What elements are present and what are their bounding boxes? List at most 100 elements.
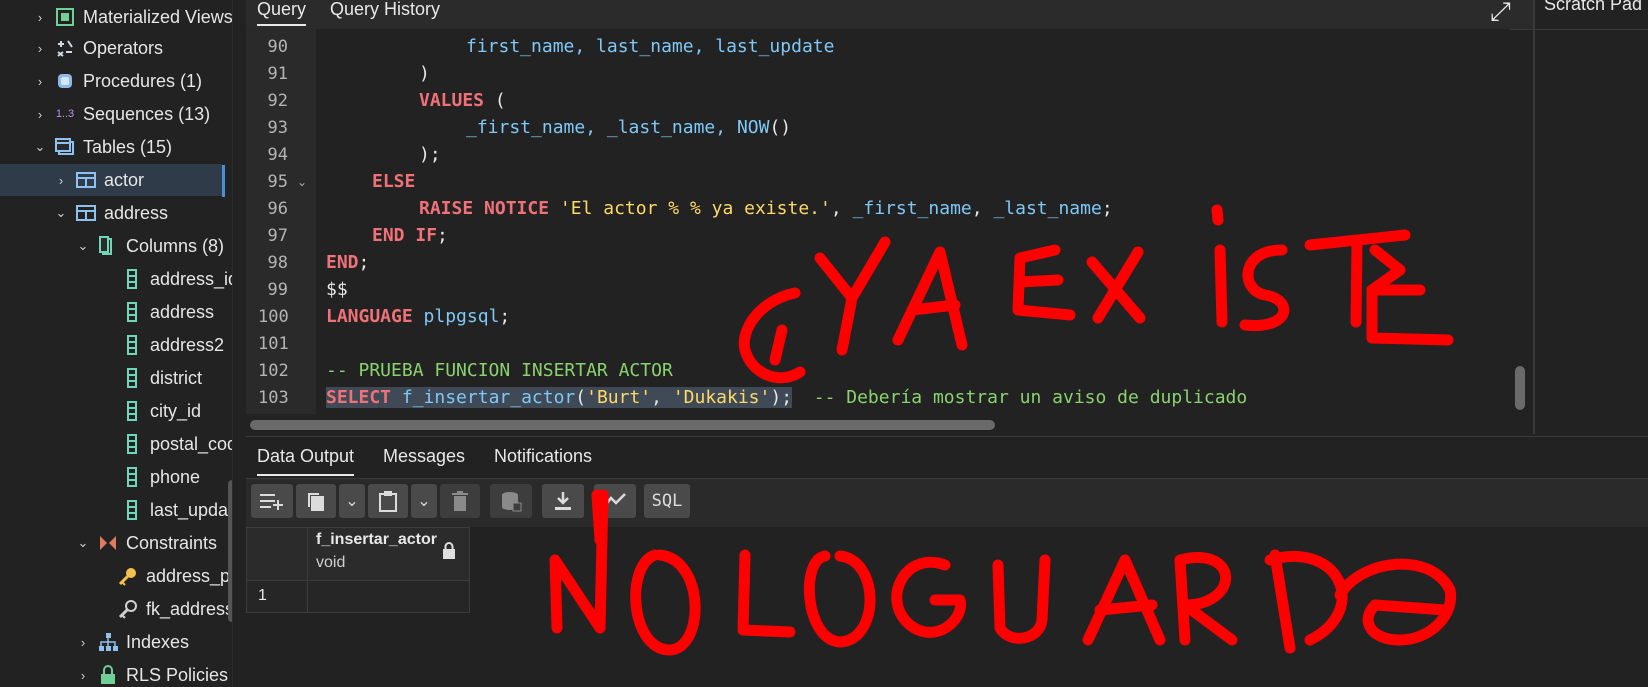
download-button[interactable] bbox=[542, 484, 584, 518]
editor-horizontal-scrollbar[interactable] bbox=[250, 420, 995, 430]
database-save-icon bbox=[502, 492, 522, 512]
add-row-icon bbox=[260, 494, 283, 510]
add-row-button[interactable] bbox=[251, 484, 293, 518]
line-number: 95 bbox=[267, 172, 288, 192]
tree-item-column[interactable]: postal_code bbox=[122, 428, 232, 460]
tree-item-operators[interactable]: › Operators bbox=[33, 32, 163, 64]
tree-item-constraints[interactable]: ⌄ Constraints bbox=[76, 527, 218, 559]
row-number[interactable]: 1 bbox=[246, 580, 308, 613]
chevron-down-icon[interactable]: ⌄ bbox=[33, 139, 47, 155]
column-icon bbox=[122, 335, 142, 355]
chevron-down-icon[interactable]: ⌄ bbox=[54, 205, 68, 221]
chevron-down-icon: ⌄ bbox=[345, 493, 359, 510]
table-cell[interactable] bbox=[307, 580, 470, 613]
paste-icon bbox=[379, 491, 397, 512]
chevron-down-icon[interactable]: ⌄ bbox=[76, 238, 90, 254]
code-area[interactable] bbox=[316, 29, 1510, 414]
table-icon bbox=[76, 203, 96, 223]
tree-item-indexes[interactable]: › Indexes bbox=[76, 626, 189, 658]
column-header[interactable]: f_insertar_actor void bbox=[307, 527, 470, 581]
tab-messages[interactable]: Messages bbox=[383, 446, 465, 467]
tree-item-label: address_pkey bbox=[146, 565, 232, 586]
sql-label: SQL bbox=[651, 491, 683, 511]
tree-item-column[interactable]: district bbox=[122, 362, 202, 394]
foreign-key-icon bbox=[118, 599, 138, 619]
code-line-96: RAISE NOTICE 'El actor % % ya existe.', … bbox=[419, 198, 1113, 219]
tree-item-sequences[interactable]: › 1..3 Sequences (13) bbox=[33, 98, 210, 130]
chevron-right-icon[interactable]: › bbox=[76, 668, 90, 683]
chevron-down-icon: ⌄ bbox=[417, 493, 431, 510]
tab-notifications[interactable]: Notifications bbox=[494, 446, 592, 467]
column-icon bbox=[122, 500, 142, 520]
copy-button[interactable] bbox=[296, 484, 336, 518]
tree-item-column[interactable]: last_update bbox=[122, 494, 232, 526]
chevron-right-icon[interactable]: › bbox=[33, 41, 47, 56]
code-line-93: _first_name, _last_name, NOW() bbox=[466, 117, 792, 138]
tree-item-materialized-views[interactable]: › Materialized Views bbox=[33, 1, 232, 33]
operators-icon bbox=[55, 38, 75, 58]
tab-data-output[interactable]: Data Output bbox=[257, 446, 355, 476]
graph-visualiser-button[interactable] bbox=[594, 484, 636, 518]
rls-policies-icon bbox=[98, 665, 118, 685]
tree-item-label: last_update bbox=[150, 499, 232, 520]
sql-button[interactable]: SQL bbox=[644, 484, 690, 518]
chevron-right-icon[interactable]: › bbox=[76, 635, 90, 650]
tab-query-history[interactable]: Query History bbox=[330, 0, 440, 24]
fold-chevron-icon[interactable]: ⌄ bbox=[297, 175, 307, 189]
tree-item-columns[interactable]: ⌄ Columns (8) bbox=[76, 230, 224, 262]
save-data-button[interactable] bbox=[490, 484, 532, 518]
column-header-type: void bbox=[316, 554, 346, 571]
tables-icon bbox=[55, 137, 75, 157]
tree-item-address[interactable]: ⌄ address bbox=[54, 197, 169, 229]
chevron-right-icon[interactable]: › bbox=[33, 107, 47, 122]
paste-options-button[interactable]: ⌄ bbox=[411, 484, 437, 518]
line-number: 103 bbox=[258, 388, 289, 408]
trash-icon bbox=[452, 491, 468, 511]
tree-item-rls-policies[interactable]: › RLS Policies bbox=[76, 659, 228, 687]
tree-item-column[interactable]: address_id bbox=[122, 263, 233, 295]
line-number: 99 bbox=[267, 280, 288, 300]
columns-icon bbox=[98, 236, 118, 256]
tree-item-label: Operators bbox=[83, 37, 164, 58]
tree-item-foreign-key[interactable]: fk_address_city bbox=[118, 593, 232, 625]
scratch-pad-panel[interactable] bbox=[1533, 0, 1648, 434]
object-explorer-tree: › Materialized Views › Operators › Proce… bbox=[0, 0, 233, 687]
tree-item-label: address2 bbox=[150, 334, 225, 355]
code-line-103: SELECT f_insertar_actor('Burt', 'Dukakis… bbox=[326, 387, 1248, 408]
primary-key-icon bbox=[118, 566, 138, 586]
chevron-right-icon[interactable]: › bbox=[54, 173, 68, 188]
editor-vertical-scrollbar[interactable] bbox=[1515, 366, 1525, 410]
tree-item-label: RLS Policies bbox=[126, 664, 229, 685]
line-number: 101 bbox=[258, 334, 289, 354]
tree-item-label: fk_address_city bbox=[146, 598, 232, 619]
line-number-gutter bbox=[246, 29, 316, 414]
paste-button[interactable] bbox=[368, 484, 408, 518]
tree-item-column[interactable]: address bbox=[122, 296, 214, 328]
column-icon bbox=[122, 434, 142, 454]
copy-options-button[interactable]: ⌄ bbox=[339, 484, 365, 518]
tree-item-column[interactable]: city_id bbox=[122, 395, 201, 427]
chevron-right-icon[interactable]: › bbox=[33, 74, 47, 89]
line-number: 96 bbox=[267, 199, 288, 219]
tree-item-actor[interactable]: › actor bbox=[0, 164, 222, 196]
tree-item-column[interactable]: address2 bbox=[122, 329, 224, 361]
code-line-99: $$ bbox=[326, 279, 348, 300]
column-icon bbox=[122, 368, 142, 388]
tree-item-procedures[interactable]: › Procedures (1) bbox=[33, 65, 202, 97]
chevron-down-icon[interactable]: ⌄ bbox=[76, 535, 90, 551]
materialized-view-icon bbox=[55, 7, 75, 27]
tree-item-label: actor bbox=[104, 169, 145, 190]
delete-button[interactable] bbox=[440, 484, 480, 518]
column-icon bbox=[122, 302, 142, 322]
tree-scrollbar[interactable] bbox=[228, 480, 232, 622]
tree-item-tables[interactable]: ⌄ Tables (15) bbox=[33, 131, 173, 163]
tree-item-column[interactable]: phone bbox=[122, 461, 200, 493]
tree-item-label: address_id bbox=[150, 268, 233, 289]
tree-item-label: Sequences (13) bbox=[83, 103, 211, 124]
expand-icon[interactable]: ⤢ bbox=[1490, 0, 1511, 28]
chevron-right-icon[interactable]: › bbox=[33, 10, 47, 25]
line-number: 94 bbox=[267, 145, 288, 165]
tab-query[interactable]: Query bbox=[257, 0, 307, 26]
tab-scratch-pad[interactable]: Scratch Pad bbox=[1544, 0, 1642, 15]
tree-item-primary-key[interactable]: address_pkey bbox=[118, 560, 232, 592]
